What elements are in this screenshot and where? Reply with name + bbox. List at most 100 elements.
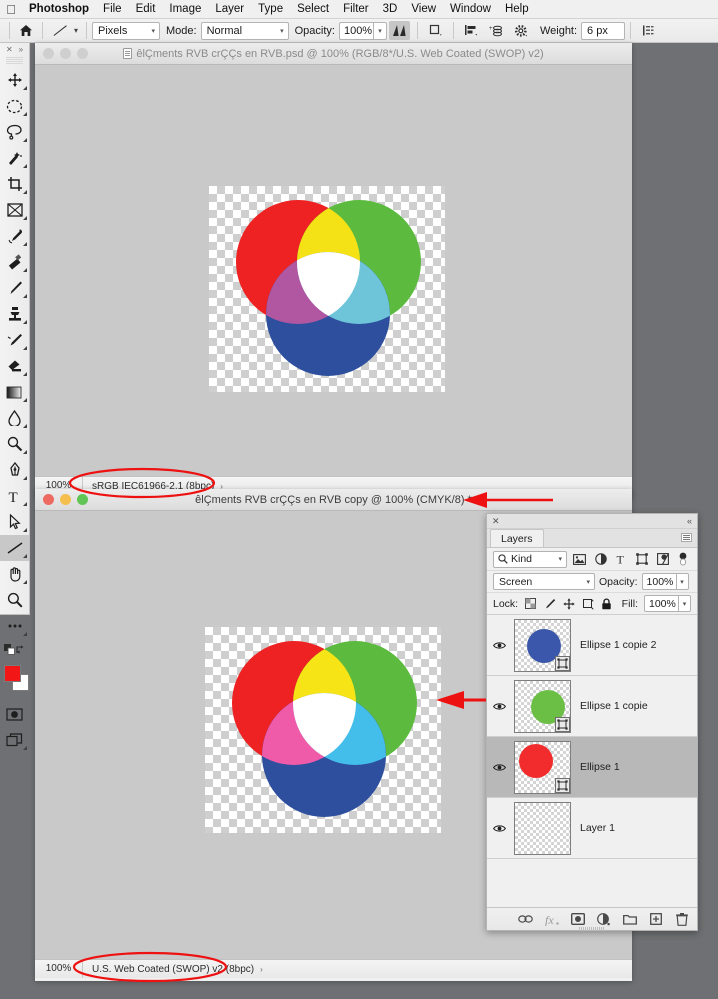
menu-3d[interactable]: 3D <box>376 0 405 19</box>
layer-name[interactable]: Ellipse 1 <box>573 761 620 773</box>
expand-panel-icon[interactable]: » <box>19 45 23 54</box>
zoom-tool[interactable] <box>0 587 29 613</box>
menu-filter[interactable]: Filter <box>336 0 376 19</box>
add-to-stack-icon[interactable]: + <box>486 21 507 40</box>
window2-titlebar[interactable]: êlÇments RVB crÇÇs en RVB copy @ 100% (C… <box>35 489 632 511</box>
opacity-stepper[interactable]: ▾ <box>372 21 387 40</box>
lock-position-icon[interactable] <box>562 597 575 611</box>
apple-menu-icon[interactable]:  <box>0 3 22 16</box>
new-layer-icon[interactable] <box>648 912 663 927</box>
clone-stamp-tool[interactable] <box>0 301 29 327</box>
menu-photoshop[interactable]: Photoshop <box>22 0 96 19</box>
quick-selection-tool[interactable] <box>0 145 29 171</box>
history-brush-tool[interactable] <box>0 327 29 353</box>
geometry-options-icon[interactable] <box>425 21 446 40</box>
minimize-button[interactable] <box>60 494 71 505</box>
opacity-input[interactable]: 100% <box>338 21 373 40</box>
home-icon[interactable] <box>15 21 37 41</box>
layer-name[interactable]: Ellipse 1 copie 2 <box>573 639 656 651</box>
close-button[interactable] <box>43 494 54 505</box>
panel-menu-icon[interactable] <box>681 533 692 542</box>
crop-tool[interactable] <box>0 171 29 197</box>
menu-layer[interactable]: Layer <box>208 0 251 19</box>
arrange-documents-icon[interactable] <box>638 21 659 40</box>
lock-image-pixels-icon[interactable] <box>543 597 556 611</box>
zoom-button[interactable] <box>77 494 88 505</box>
panel-drag-grip[interactable] <box>6 57 23 64</box>
layer-thumbnail[interactable] <box>513 740 571 794</box>
menu-type[interactable]: Type <box>251 0 290 19</box>
add-layer-style-icon[interactable]: fx <box>544 912 559 927</box>
add-layer-mask-icon[interactable] <box>570 912 585 927</box>
layer-opacity-input[interactable]: 100% <box>641 573 676 590</box>
lock-all-icon[interactable] <box>600 597 613 611</box>
layer-visibility-toggle[interactable] <box>487 641 511 650</box>
filter-kind-select[interactable]: Kind ▾ <box>493 550 567 568</box>
align-edges-icon[interactable] <box>461 21 482 40</box>
menu-window[interactable]: Window <box>443 0 498 19</box>
elliptical-marquee-tool[interactable] <box>0 93 29 119</box>
brush-tool[interactable] <box>0 275 29 301</box>
tool-preset-picker[interactable]: ▾ <box>48 23 81 39</box>
layer-blend-mode-select[interactable]: Screen ▾ <box>493 573 595 590</box>
pen-tool[interactable] <box>0 457 29 483</box>
antialias-icon[interactable] <box>388 21 410 40</box>
menu-file[interactable]: File <box>96 0 129 19</box>
close-button[interactable] <box>43 48 54 59</box>
filter-toggle-icon[interactable] <box>675 551 691 568</box>
menu-select[interactable]: Select <box>290 0 336 19</box>
settings-gear-icon[interactable] <box>511 21 532 40</box>
close-panel-icon[interactable]: ✕ <box>492 516 500 527</box>
smart-object-filter-icon[interactable] <box>655 551 671 568</box>
layer-thumbnail[interactable] <box>513 801 571 855</box>
quick-mask-icon[interactable] <box>0 701 29 727</box>
layer-thumbnail[interactable] <box>513 679 571 733</box>
layer-visibility-toggle[interactable] <box>487 824 511 833</box>
color-profile-cmyk[interactable]: U.S. Web Coated (SWOP) v2 (8bpc) › <box>83 964 263 975</box>
document-window-rgb[interactable]: êlÇments RVB crÇÇs en RVB.psd @ 100% (RG… <box>35 43 632 498</box>
minimize-button[interactable] <box>60 48 71 59</box>
shape-filter-icon[interactable] <box>634 551 650 568</box>
blend-mode-select[interactable]: Normal ▾ <box>200 21 289 40</box>
path-selection-tool[interactable] <box>0 509 29 535</box>
dodge-tool[interactable] <box>0 431 29 457</box>
layer-opacity-stepper[interactable]: ▾ <box>675 573 689 590</box>
screen-mode-icon[interactable] <box>0 727 29 753</box>
zoom-button[interactable] <box>77 48 88 59</box>
layer-name[interactable]: Layer 1 <box>573 822 615 834</box>
hand-tool[interactable] <box>0 561 29 587</box>
layer-fill-input[interactable]: 100% <box>644 595 678 612</box>
gradient-tool[interactable] <box>0 379 29 405</box>
lock-transparent-pixels-icon[interactable] <box>524 597 537 611</box>
eyedropper-tool[interactable] <box>0 223 29 249</box>
layer-visibility-toggle[interactable] <box>487 763 511 772</box>
zoom-level-cmyk[interactable]: 100% <box>35 960 83 978</box>
edit-toolbar-tool[interactable] <box>0 613 29 639</box>
layer-list[interactable]: Ellipse 1 copie 2 Ellipse 1 copie Ellips… <box>487 615 697 907</box>
default-colors-icon[interactable] <box>4 643 15 655</box>
delete-layer-icon[interactable] <box>674 912 689 927</box>
layer-name[interactable]: Ellipse 1 copie <box>573 700 648 712</box>
move-tool[interactable] <box>0 67 29 93</box>
close-panel-icon[interactable]: ✕ <box>6 45 13 54</box>
line-shape-tool[interactable] <box>0 535 29 561</box>
shape-mode-select[interactable]: Pixels ▾ <box>92 21 161 40</box>
canvas-rgb[interactable] <box>35 65 632 476</box>
layers-panel[interactable]: ✕ « Layers Kind ▾ T Screen ▾ Opacity: 10… <box>486 513 698 931</box>
type-filter-icon[interactable]: T <box>613 551 629 568</box>
lock-artboard-nesting-icon[interactable] <box>581 597 594 611</box>
new-group-icon[interactable] <box>622 912 637 927</box>
eraser-tool[interactable] <box>0 353 29 379</box>
menu-help[interactable]: Help <box>498 0 536 19</box>
tab-layers[interactable]: Layers <box>490 529 544 547</box>
layer-visibility-toggle[interactable] <box>487 702 511 711</box>
new-adjustment-layer-icon[interactable] <box>596 912 611 927</box>
table-row[interactable]: Ellipse 1 copie <box>487 676 697 737</box>
panel-resize-grip[interactable] <box>579 927 605 931</box>
spot-healing-brush-tool[interactable] <box>0 249 29 275</box>
link-layers-icon[interactable] <box>518 912 533 927</box>
menu-view[interactable]: View <box>404 0 443 19</box>
layer-fill-stepper[interactable]: ▾ <box>678 595 691 612</box>
foreground-color-swatch[interactable] <box>4 665 21 682</box>
collapse-to-icons-icon[interactable]: « <box>687 516 692 526</box>
